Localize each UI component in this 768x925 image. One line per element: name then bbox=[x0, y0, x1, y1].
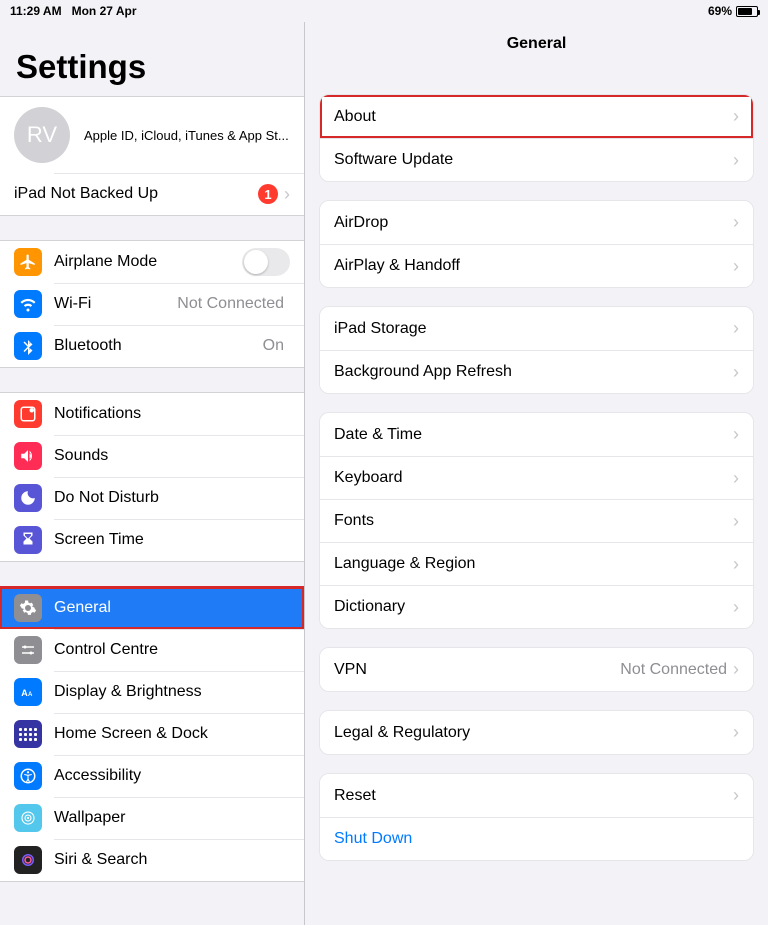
general-legal-row[interactable]: Legal & Regulatory › bbox=[320, 711, 753, 754]
wifi-icon bbox=[14, 290, 42, 318]
sidebar-item-bluetooth[interactable]: Bluetooth On bbox=[0, 325, 304, 367]
chevron-right-icon: › bbox=[733, 362, 739, 383]
wallpaper-icon bbox=[14, 804, 42, 832]
detail-pane: General About › Software Update › AirDro… bbox=[305, 22, 768, 925]
backup-badge: 1 bbox=[258, 184, 278, 204]
siri-icon bbox=[14, 846, 42, 874]
grid-icon bbox=[14, 720, 42, 748]
airplane-toggle[interactable] bbox=[242, 248, 290, 276]
chevron-right-icon: › bbox=[733, 785, 739, 806]
sounds-icon bbox=[14, 442, 42, 470]
chevron-right-icon: › bbox=[733, 106, 739, 127]
moon-icon bbox=[14, 484, 42, 512]
bluetooth-value: On bbox=[263, 337, 284, 355]
chevron-right-icon: › bbox=[733, 424, 739, 445]
chevron-right-icon: › bbox=[733, 722, 739, 743]
chevron-right-icon: › bbox=[733, 659, 739, 680]
avatar: RV bbox=[14, 107, 70, 163]
apple-id-subtitle: Apple ID, iCloud, iTunes & App St... bbox=[84, 128, 290, 143]
general-language-row[interactable]: Language & Region › bbox=[320, 542, 753, 585]
chevron-right-icon: › bbox=[733, 150, 739, 171]
hourglass-icon bbox=[14, 526, 42, 554]
sidebar-item-screentime[interactable]: Screen Time bbox=[0, 519, 304, 561]
svg-text:A: A bbox=[28, 692, 33, 698]
sidebar-item-homescreen[interactable]: Home Screen & Dock bbox=[0, 713, 304, 755]
status-battery-text: 69% bbox=[708, 4, 732, 18]
chevron-right-icon: › bbox=[733, 511, 739, 532]
backup-warning-row[interactable]: iPad Not Backed Up 1 › bbox=[0, 173, 304, 215]
sidebar-item-dnd[interactable]: Do Not Disturb bbox=[0, 477, 304, 519]
chevron-right-icon: › bbox=[733, 597, 739, 618]
text-size-icon: AA bbox=[14, 678, 42, 706]
battery-icon bbox=[736, 6, 758, 17]
general-shutdown-row[interactable]: Shut Down bbox=[320, 817, 753, 860]
general-keyboard-row[interactable]: Keyboard › bbox=[320, 456, 753, 499]
chevron-right-icon: › bbox=[733, 212, 739, 233]
status-date: Mon 27 Apr bbox=[72, 4, 137, 18]
general-dictionary-row[interactable]: Dictionary › bbox=[320, 585, 753, 628]
sidebar-item-sounds[interactable]: Sounds bbox=[0, 435, 304, 477]
chevron-right-icon: › bbox=[733, 318, 739, 339]
svg-text:A: A bbox=[21, 688, 28, 698]
chevron-right-icon: › bbox=[733, 256, 739, 277]
sidebar-item-notifications[interactable]: Notifications bbox=[0, 393, 304, 435]
sidebar-item-display[interactable]: AA Display & Brightness bbox=[0, 671, 304, 713]
notifications-icon bbox=[14, 400, 42, 428]
sidebar-item-airplane[interactable]: Airplane Mode bbox=[0, 241, 304, 283]
airplane-icon bbox=[14, 248, 42, 276]
vpn-value: Not Connected bbox=[620, 661, 727, 679]
gear-icon bbox=[14, 594, 42, 622]
general-reset-row[interactable]: Reset › bbox=[320, 774, 753, 817]
general-storage-row[interactable]: iPad Storage › bbox=[320, 307, 753, 350]
general-software-update-row[interactable]: Software Update › bbox=[320, 138, 753, 181]
bluetooth-icon bbox=[14, 332, 42, 360]
general-bg-refresh-row[interactable]: Background App Refresh › bbox=[320, 350, 753, 393]
chevron-right-icon: › bbox=[733, 468, 739, 489]
sliders-icon bbox=[14, 636, 42, 664]
general-datetime-row[interactable]: Date & Time › bbox=[320, 413, 753, 456]
accessibility-icon bbox=[14, 762, 42, 790]
chevron-right-icon: › bbox=[733, 554, 739, 575]
sidebar-item-siri[interactable]: Siri & Search bbox=[0, 839, 304, 881]
general-vpn-row[interactable]: VPN Not Connected › bbox=[320, 648, 753, 691]
general-airdrop-row[interactable]: AirDrop › bbox=[320, 201, 753, 244]
settings-sidebar: Settings RV Apple ID, iCloud, iTunes & A… bbox=[0, 22, 305, 925]
detail-title: General bbox=[305, 22, 768, 66]
sidebar-item-wallpaper[interactable]: Wallpaper bbox=[0, 797, 304, 839]
chevron-right-icon: › bbox=[284, 184, 290, 205]
status-time: 11:29 AM bbox=[10, 4, 62, 18]
sidebar-item-wifi[interactable]: Wi-Fi Not Connected bbox=[0, 283, 304, 325]
page-title: Settings bbox=[0, 22, 304, 96]
status-bar: 11:29 AM Mon 27 Apr 69% bbox=[0, 0, 768, 22]
general-fonts-row[interactable]: Fonts › bbox=[320, 499, 753, 542]
sidebar-item-general[interactable]: General bbox=[0, 587, 304, 629]
general-about-row[interactable]: About › bbox=[320, 95, 753, 138]
general-airplay-row[interactable]: AirPlay & Handoff › bbox=[320, 244, 753, 287]
apple-id-row[interactable]: RV Apple ID, iCloud, iTunes & App St... bbox=[0, 97, 304, 173]
wifi-value: Not Connected bbox=[177, 295, 284, 313]
sidebar-item-control-centre[interactable]: Control Centre bbox=[0, 629, 304, 671]
sidebar-item-accessibility[interactable]: Accessibility bbox=[0, 755, 304, 797]
